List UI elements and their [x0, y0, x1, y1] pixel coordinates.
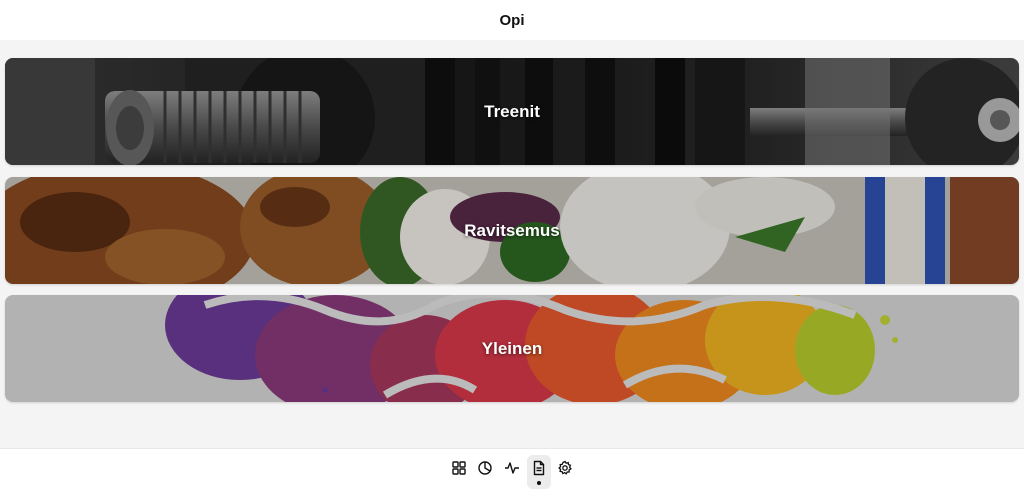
activity-icon: [505, 462, 519, 474]
tab-settings[interactable]: [554, 457, 576, 479]
document-icon: [533, 460, 545, 476]
gear-icon: [558, 460, 572, 475]
card-label: Yleinen: [481, 338, 543, 358]
card-label: Ravitsemus: [464, 220, 560, 240]
content-area: Treenit Ravitsemus Yleinen: [0, 40, 1024, 448]
page-title: Opi: [499, 11, 525, 29]
grid-icon: [452, 461, 466, 475]
category-card-ravitsemus[interactable]: Ravitsemus: [5, 177, 1019, 284]
tab-pie-chart[interactable]: [474, 457, 496, 479]
card-label: Treenit: [484, 101, 540, 121]
bottom-tab-bar: [0, 448, 1024, 494]
tab-activity[interactable]: [501, 457, 523, 479]
pie-chart-icon: [478, 461, 492, 475]
tab-grid[interactable]: [448, 457, 470, 479]
tab-document[interactable]: [527, 455, 551, 489]
category-card-treenit[interactable]: Treenit: [5, 58, 1019, 165]
app-header: Opi: [0, 0, 1024, 40]
active-tab-indicator: [537, 481, 541, 485]
category-card-yleinen[interactable]: Yleinen: [5, 295, 1019, 402]
